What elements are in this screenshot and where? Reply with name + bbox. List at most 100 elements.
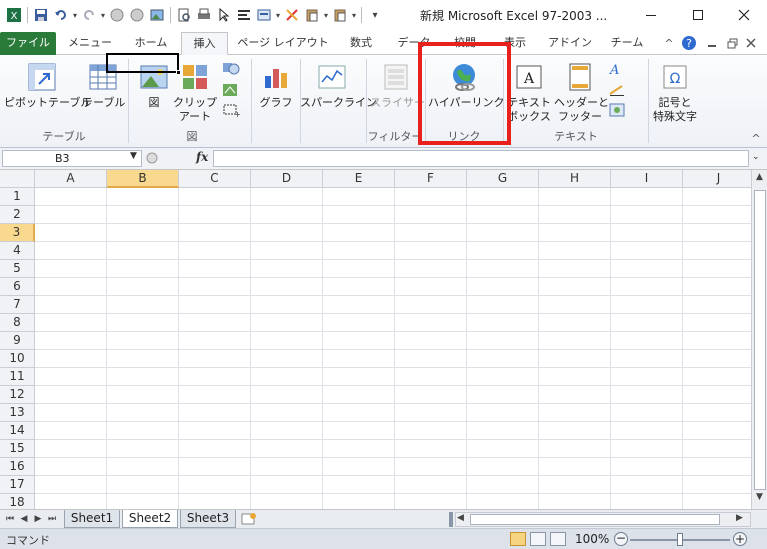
first-sheet-icon[interactable]: ⏮ [4, 512, 16, 526]
row-header-8[interactable]: 8 [0, 314, 35, 332]
chevron-down-icon[interactable]: ▾ [71, 5, 79, 25]
slicer-button[interactable]: スライサー [370, 61, 425, 110]
tab-file[interactable]: ファイル [0, 32, 56, 55]
tab-page-layout[interactable]: ページ レイアウト [236, 32, 330, 55]
formula-input[interactable] [213, 150, 749, 167]
textbox-button[interactable]: A テキスト ボックス [506, 61, 552, 124]
row-header-13[interactable]: 13 [0, 404, 35, 422]
scroll-left-icon[interactable]: ◀ [457, 513, 464, 523]
expand-formula-icon[interactable]: ⌄ [752, 152, 760, 162]
row-header-7[interactable]: 7 [0, 296, 35, 314]
paste-special-icon[interactable] [330, 5, 350, 25]
save-icon[interactable] [31, 5, 51, 25]
row-header-14[interactable]: 14 [0, 422, 35, 440]
last-sheet-icon[interactable]: ⏭ [46, 512, 58, 526]
ribbon-minimize-icon[interactable] [703, 34, 721, 52]
tab-menu[interactable]: メニュー [62, 32, 118, 55]
screenshot-icon[interactable]: + [222, 102, 241, 119]
column-header-b[interactable]: B [107, 170, 179, 188]
column-header-d[interactable]: D [251, 170, 323, 188]
sheet-tab-sheet3[interactable]: Sheet3 [180, 510, 236, 528]
undo-icon[interactable] [51, 5, 71, 25]
minimize-button[interactable] [628, 0, 674, 30]
page-break-view-button[interactable] [550, 532, 566, 546]
row-header-1[interactable]: 1 [0, 188, 35, 206]
zoom-out-icon[interactable]: − [614, 532, 628, 546]
shapes-icon[interactable] [222, 61, 240, 77]
chevron-down-icon[interactable]: ▾ [322, 5, 330, 25]
circle-back-icon[interactable] [107, 5, 127, 25]
close-button[interactable] [721, 0, 767, 30]
collapse-ribbon-icon[interactable]: ^ [660, 34, 678, 52]
row-header-9[interactable]: 9 [0, 332, 35, 350]
normal-view-button[interactable] [510, 532, 526, 546]
sheet-tab-sheet2[interactable]: Sheet2 [122, 510, 178, 528]
row-header-12[interactable]: 12 [0, 386, 35, 404]
maximize-button[interactable] [675, 0, 721, 30]
symbol-button[interactable]: Ω 記号と 特殊文字 [645, 61, 705, 124]
object-icon[interactable] [608, 102, 626, 118]
smartart-icon[interactable] [222, 82, 240, 98]
row-header-4[interactable]: 4 [0, 242, 35, 260]
eraser-icon[interactable] [282, 5, 302, 25]
chart-button[interactable]: グラフ [256, 61, 296, 110]
row-header-2[interactable]: 2 [0, 206, 35, 224]
circle-forward-icon[interactable] [127, 5, 147, 25]
fill-handle[interactable] [176, 70, 181, 75]
row-header-3[interactable]: 3 [0, 224, 35, 242]
header-footer-button[interactable]: ヘッダーと フッター [554, 61, 609, 124]
row-header-17[interactable]: 17 [0, 476, 35, 494]
ribbon-close-icon[interactable] [742, 34, 760, 52]
column-header-g[interactable]: G [467, 170, 539, 188]
align-icon[interactable] [234, 5, 254, 25]
prev-sheet-icon[interactable]: ◀ [18, 512, 30, 526]
scroll-right-icon[interactable]: ▶ [736, 513, 743, 523]
paste-icon[interactable] [302, 5, 322, 25]
customize-icon[interactable]: ▾ [365, 5, 385, 25]
tab-split-handle[interactable] [449, 512, 453, 527]
scroll-down-icon[interactable]: ▼ [753, 492, 766, 506]
chevron-down-icon[interactable]: ▾ [350, 5, 358, 25]
wordart-icon[interactable]: A [608, 61, 626, 78]
form-icon[interactable] [254, 5, 274, 25]
sheet-tab-sheet1[interactable]: Sheet1 [64, 510, 120, 528]
row-header-16[interactable]: 16 [0, 458, 35, 476]
print-icon[interactable] [194, 5, 214, 25]
worksheet-grid[interactable]: A B C D E F G H I J 1 2 3 4 5 6 7 8 9 10 11 12 13 14 15 16 17 18 [0, 170, 751, 509]
page-layout-view-button[interactable] [530, 532, 546, 546]
row-header-10[interactable]: 10 [0, 350, 35, 368]
tab-addins[interactable]: アドイン [545, 32, 595, 55]
sparkline-button[interactable]: スパークライン [300, 61, 377, 110]
pointer-icon[interactable] [214, 5, 234, 25]
signature-line-icon[interactable] [608, 82, 626, 98]
vertical-scroll-thumb[interactable] [754, 190, 766, 490]
chevron-down-icon[interactable]: ▾ [274, 5, 282, 25]
picture-icon[interactable] [147, 5, 167, 25]
new-sheet-icon[interactable] [240, 512, 258, 526]
row-header-6[interactable]: 6 [0, 278, 35, 296]
next-sheet-icon[interactable]: ▶ [32, 512, 44, 526]
ribbon-collapse-icon[interactable]: ^ [747, 129, 765, 147]
column-header-j[interactable]: J [683, 170, 751, 188]
expand-icon[interactable] [146, 151, 158, 165]
column-header-i[interactable]: I [611, 170, 683, 188]
column-header-e[interactable]: E [323, 170, 395, 188]
column-header-c[interactable]: C [179, 170, 251, 188]
row-header-15[interactable]: 15 [0, 440, 35, 458]
tab-formulas[interactable]: 数式 [338, 32, 384, 55]
zoom-in-icon[interactable]: + [733, 532, 747, 546]
zoom-slider-thumb[interactable] [677, 533, 683, 546]
tab-home[interactable]: ホーム [126, 32, 176, 55]
pivot-table-button[interactable]: ピボットテーブル [4, 61, 91, 110]
column-header-f[interactable]: F [395, 170, 467, 188]
tab-insert[interactable]: 挿入 [181, 32, 228, 55]
insert-function-button[interactable]: fx [196, 150, 208, 164]
vertical-scrollbar[interactable]: ▲ ▼ [751, 170, 767, 509]
horizontal-scroll-thumb[interactable] [470, 514, 720, 525]
active-cell-b3[interactable] [106, 53, 179, 73]
select-all-corner[interactable] [0, 170, 35, 188]
column-header-h[interactable]: H [539, 170, 611, 188]
horizontal-scrollbar[interactable]: ◀ ▶ [455, 512, 751, 527]
help-icon[interactable]: ? [680, 34, 698, 52]
redo-icon[interactable] [79, 5, 99, 25]
